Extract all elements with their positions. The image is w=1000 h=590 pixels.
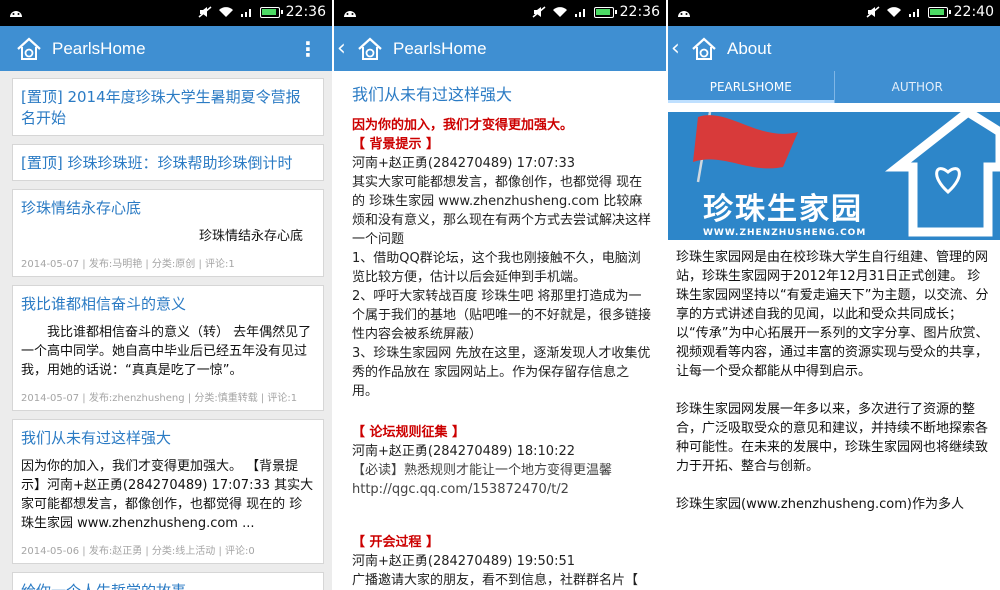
status-time: 22:40 — [953, 4, 994, 20]
android-icon — [678, 11, 690, 17]
action-bar: PearlsHome ⋮ — [0, 26, 332, 71]
mute-icon — [198, 6, 212, 18]
message-text: 3、珍珠生家园网 先放在这里，逐渐发现人才收集优秀的作品放在 家园网站上。作为保… — [352, 346, 651, 399]
list-item[interactable]: 珍珠情结永存心底 珍珠情结永存心底 2014-05-07 | 发布:马明艳 | … — [12, 189, 324, 277]
pearls-home-logo-icon[interactable] — [14, 34, 44, 64]
app-title: PearlsHome — [52, 38, 146, 58]
message-text: 1、借助QQ群论坛，这个我也刚接触不久，电脑浏览比较方便，估计以后会延伸到手机端… — [352, 251, 641, 285]
pearls-home-logo-icon[interactable] — [355, 34, 385, 64]
mute-icon — [532, 6, 546, 18]
status-bar: 22:36 — [0, 0, 332, 26]
signal-icon — [574, 9, 585, 17]
battery-icon — [927, 6, 951, 18]
banner-title: 珍珠生家园 — [703, 192, 863, 227]
post-meta: 2014-05-06 | 发布:赵正勇 | 分类:线上活动 | 评论:0 — [21, 546, 255, 557]
action-bar: ‹ About — [668, 26, 1000, 71]
app-title: About — [727, 38, 772, 58]
tab-pearlshome[interactable]: PEARLSHOME — [668, 71, 834, 103]
signal-icon — [908, 9, 919, 17]
post-meta: 2014-05-07 | 发布:zhenzhusheng | 分类:慎重转载 |… — [21, 393, 298, 404]
list-item[interactable]: [置顶] 2014年度珍珠大学生暑期夏令营报名开始 — [12, 78, 324, 136]
status-time: 22:36 — [619, 4, 660, 20]
article-body: 我们从未有过这样强大 因为你的加入，我们才变得更加强大。 【 背景提示 】 河南… — [334, 71, 666, 590]
battery-icon — [259, 6, 283, 18]
message-text: 广播邀请大家的朋友，看不到信息，社群群名片【 — [352, 573, 639, 588]
pearls-home-logo-icon[interactable] — [689, 34, 719, 64]
app-title: PearlsHome — [393, 38, 487, 58]
tab-bar: PEARLSHOME AUTHOR — [668, 71, 1000, 103]
about-paragraph: 珍珠生家园网是由在校珍珠大学生自行组建、管理的网站，珍珠生家园网于2012年12… — [676, 250, 989, 379]
post-title: 珍珠情结永存心底 — [21, 199, 142, 217]
message-link[interactable]: 【必读】熟悉规则才能让一个地方变得更温馨http://qgc.qq.com/15… — [352, 461, 652, 499]
message-text: 2、呼吁大家转战百度 珍珠生吧 将那里打造成为一个属于我们的基地（贴吧唯一的不好… — [352, 289, 652, 342]
message-author: 河南+赵正勇(284270489) 17:07:33 — [352, 156, 575, 171]
overflow-menu-icon[interactable]: ⋮ — [298, 37, 318, 61]
screen-article: 22:36 ‹ PearlsHome 我们从未有过这样强大 因为你的加入，我们才… — [334, 0, 666, 590]
article-title: 我们从未有过这样强大 — [352, 85, 513, 104]
banner-url: WWW.ZHENZHUSHENG.COM — [703, 228, 867, 238]
wifi-icon — [552, 7, 567, 17]
banner-brand: PEARLS — [930, 228, 975, 238]
status-time: 22:36 — [285, 4, 326, 20]
post-meta: 2014-05-07 | 发布:马明艳 | 分类:原创 | 评论:1 — [21, 259, 235, 270]
screen-post-list: 22:36 PearlsHome ⋮ [置顶] 2014年度珍珠大学生暑期夏令营… — [0, 0, 332, 590]
wifi-icon — [886, 7, 901, 17]
mute-icon — [866, 6, 880, 18]
about-paragraph: 珍珠生家园(www.zhenzhusheng.com)作为多人 — [676, 497, 964, 512]
post-title: 我比谁都相信奋斗的意义 — [21, 295, 187, 313]
section-heading: 【 开会过程 】 — [352, 535, 440, 550]
message-author: 河南+赵正勇(284270489) 18:10:22 — [352, 444, 575, 459]
post-title: [置顶] 2014年度珍珠大学生暑期夏令营报名开始 — [21, 88, 301, 127]
about-banner: 珍珠生家园 WWW.ZHENZHUSHENG.COM PEARLS — [668, 112, 1000, 240]
post-excerpt: 因为你的加入，我们才变得更加强大。 【背景提示】河南+赵正勇(284270489… — [21, 459, 314, 531]
about-text: 珍珠生家园网是由在校珍珠大学生自行组建、管理的网站，珍珠生家园网于2012年12… — [668, 240, 1000, 514]
post-title: 给你一个人生哲学的故事 — [21, 581, 315, 590]
signal-icon — [240, 9, 251, 17]
list-item[interactable]: 给你一个人生哲学的故事 — [12, 572, 324, 590]
status-bar: 22:36 — [334, 0, 666, 26]
back-icon[interactable]: ‹ — [337, 36, 349, 61]
android-icon — [10, 11, 22, 17]
post-title: [置顶] 珍珠珍珠班：珍珠帮助珍珠倒计时 — [21, 154, 293, 172]
about-paragraph: 珍珠生家园网发展一年多以来，多次进行了资源的整合，广泛吸取受众的意见和建议，并持… — [676, 402, 989, 474]
list-item[interactable]: [置顶] 珍珠珍珠班：珍珠帮助珍珠倒计时 — [12, 144, 324, 181]
post-excerpt: 我比谁都相信奋斗的意义（转） 去年偶然见了一个高中同学。她自高中毕业后已经五年没… — [21, 325, 312, 378]
message-author: 河南+赵正勇(284270489) 19:50:51 — [352, 554, 575, 569]
section-heading: 【 论坛规则征集 】 — [352, 425, 466, 440]
section-heading: 【 背景提示 】 — [352, 137, 440, 152]
list-item[interactable]: 我们从未有过这样强大 因为你的加入，我们才变得更加强大。 【背景提示】河南+赵正… — [12, 419, 324, 564]
android-icon — [344, 11, 356, 17]
wifi-icon — [218, 7, 233, 17]
message-text: 其实大家可能都想发言，都像创作，也都觉得 现在的 珍珠生家园 www.zhenz… — [352, 175, 652, 247]
post-title: 我们从未有过这样强大 — [21, 429, 172, 447]
post-list: [置顶] 2014年度珍珠大学生暑期夏令营报名开始 [置顶] 珍珠珍珠班：珍珠帮… — [0, 71, 332, 590]
article-lead: 因为你的加入，我们才变得更加强大。 — [352, 118, 574, 133]
tab-author[interactable]: AUTHOR — [833, 71, 1000, 103]
battery-icon — [593, 6, 617, 18]
action-bar: ‹ PearlsHome — [334, 26, 666, 71]
list-item[interactable]: 我比谁都相信奋斗的意义 我比谁都相信奋斗的意义（转） 去年偶然见了一个高中同学。… — [12, 285, 324, 411]
back-icon[interactable]: ‹ — [671, 36, 683, 61]
post-excerpt: 珍珠情结永存心底 — [198, 229, 303, 244]
status-bar: 22:40 — [668, 0, 1000, 26]
screen-about: 22:40 ‹ About PEARLSHOME AUTHOR 珍珠生家园 WW… — [668, 0, 1000, 590]
